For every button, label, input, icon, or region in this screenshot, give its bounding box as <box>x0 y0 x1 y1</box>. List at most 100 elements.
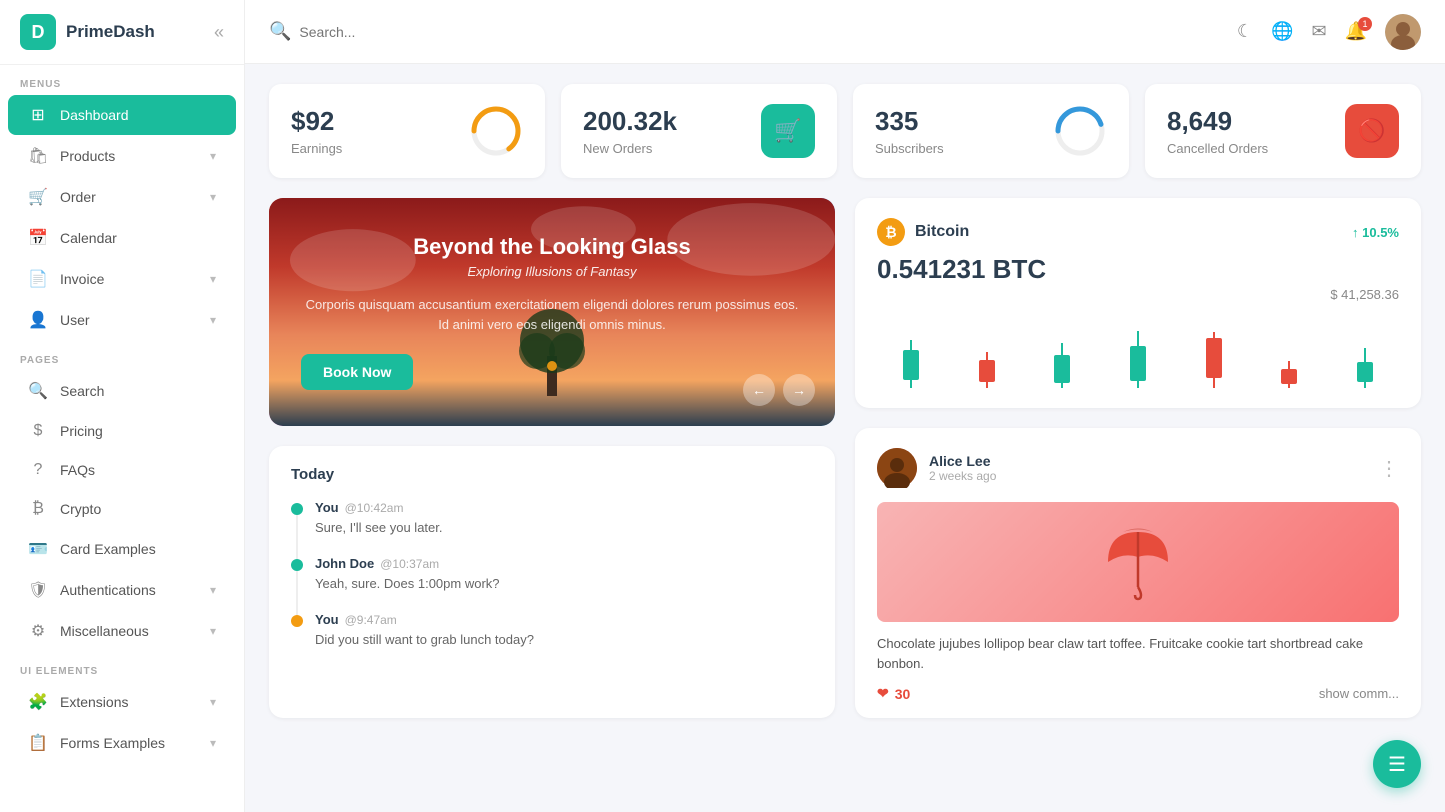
topbar: 🔍 ☾ 🌐 ✉ 🔔 1 <box>245 0 1445 64</box>
sidebar-item-miscellaneous[interactable]: ⚙Miscellaneous▾ <box>8 611 236 651</box>
chevron-down-icon: ▾ <box>210 736 216 750</box>
sidebar-label-products: Products <box>60 148 198 164</box>
bitcoin-chart <box>877 318 1399 388</box>
chevron-down-icon: ▾ <box>210 313 216 327</box>
page-content: $92 Earnings 200.32kNew Orders 🛒 335Subscri… <box>245 64 1445 812</box>
stat-card-subscribers: 335Subscribers <box>853 84 1129 178</box>
post-avatar <box>877 448 917 488</box>
bottom-row: Beyond the Looking Glass Exploring Illus… <box>269 198 1421 718</box>
chat-dot <box>291 559 303 571</box>
sidebar-collapse-button[interactable]: « <box>214 22 224 43</box>
right-col: ₿ Bitcoin ↑ 10.5% 0.541231 BTC $ 41,258.… <box>855 198 1421 718</box>
sidebar-label-faqs: FAQs <box>60 462 216 478</box>
chat-text: Yeah, sure. Does 1:00pm work? <box>315 576 500 591</box>
chat-author: You <box>315 612 339 627</box>
sidebar-section-label: PAGES <box>0 341 244 370</box>
chat-time: @10:37am <box>380 557 439 571</box>
stat-label-earnings: Earnings <box>291 141 342 156</box>
chat-text: Sure, I'll see you later. <box>315 520 443 535</box>
bitcoin-card: ₿ Bitcoin ↑ 10.5% 0.541231 BTC $ 41,258.… <box>855 198 1421 408</box>
stat-value-earnings: $92 <box>291 106 342 137</box>
candle <box>1180 332 1248 388</box>
sidebar-label-search: Search <box>60 383 216 399</box>
sidebar-label-calendar: Calendar <box>60 230 216 246</box>
sidebar-icon-authentications: 🛡 <box>28 580 48 600</box>
bitcoin-icon: ₿ <box>877 218 905 246</box>
banner-text: Corporis quisquam accusantium exercitati… <box>301 295 803 334</box>
sidebar-icon-invoice: 📄 <box>28 269 48 289</box>
fab-button[interactable]: ☰ <box>1373 740 1421 788</box>
candle <box>1028 343 1096 388</box>
stat-card-new-orders: 200.32kNew Orders 🛒 <box>561 84 837 178</box>
post-time: 2 weeks ago <box>929 469 996 483</box>
bitcoin-usd: $ 41,258.36 <box>877 287 1399 302</box>
post-card: Alice Lee 2 weeks ago ⋮ <box>855 428 1421 718</box>
chat-message: You@10:42amSure, I'll see you later. <box>291 499 813 535</box>
sidebar: D PrimeDash « MENUS⊞Dashboard🛍Products▾🛒… <box>0 0 245 812</box>
post-author-info: Alice Lee 2 weeks ago <box>929 453 996 483</box>
bitcoin-name: ₿ Bitcoin <box>877 218 969 246</box>
chevron-down-icon: ▾ <box>210 272 216 286</box>
sidebar-item-dashboard[interactable]: ⊞Dashboard <box>8 95 236 135</box>
sidebar-icon-products: 🛍 <box>28 146 48 166</box>
notification-icon[interactable]: 🔔 1 <box>1345 21 1367 42</box>
sidebar-item-extensions[interactable]: 🧩Extensions▾ <box>8 682 236 722</box>
sidebar-item-invoice[interactable]: 📄Invoice▾ <box>8 259 236 299</box>
sidebar-icon-miscellaneous: ⚙ <box>28 621 48 641</box>
stat-value-new-orders: 200.32k <box>583 106 677 137</box>
stat-icon-cancelled-orders: 🚫 <box>1345 104 1399 158</box>
translate-icon[interactable]: 🌐 <box>1271 21 1293 42</box>
sidebar-item-crypto[interactable]: ₿Crypto <box>8 490 236 528</box>
mail-icon[interactable]: ✉ <box>1311 21 1326 42</box>
sidebar-label-extensions: Extensions <box>60 694 198 710</box>
sidebar-icon-calendar: 📅 <box>28 228 48 248</box>
search-input[interactable] <box>299 24 1221 40</box>
sidebar-item-calendar[interactable]: 📅 Calendar <box>8 218 236 258</box>
sidebar-label-order: Order <box>60 189 198 205</box>
chevron-down-icon: ▾ <box>210 624 216 638</box>
post-menu-button[interactable]: ⋮ <box>1379 456 1399 481</box>
stat-icon-new-orders: 🛒 <box>761 104 815 158</box>
sidebar-nav: MENUS⊞Dashboard🛍Products▾🛒Order▾📅Calenda… <box>0 65 244 764</box>
user-avatar[interactable] <box>1385 14 1421 50</box>
chevron-down-icon: ▾ <box>210 583 216 597</box>
sidebar-icon-pricing: $ <box>28 422 48 440</box>
sidebar-icon-search: 🔍 <box>28 381 48 401</box>
book-now-button[interactable]: Book Now <box>301 354 413 390</box>
heart-icon: ❤ <box>877 685 889 702</box>
sidebar-item-faqs[interactable]: ?FAQs <box>8 451 236 489</box>
chat-dot <box>291 503 303 515</box>
post-likes[interactable]: ❤ 30 <box>877 685 910 702</box>
chat-text: Did you still want to grab lunch today? <box>315 632 534 647</box>
chat-dot <box>291 615 303 627</box>
chat-card: Today You@10:42amSure, I'll see you late… <box>269 446 835 718</box>
stat-card-earnings: $92 Earnings <box>269 84 545 178</box>
sidebar-item-products[interactable]: 🛍Products▾ <box>8 136 236 176</box>
stat-info-new-orders: 200.32kNew Orders <box>583 106 677 156</box>
dark-mode-icon[interactable]: ☾ <box>1237 21 1253 42</box>
sidebar-item-card-examples[interactable]: 🪪Card Examples <box>8 529 236 569</box>
sidebar-label-pricing: Pricing <box>60 423 216 439</box>
sidebar-item-forms-examples[interactable]: 📋Forms Examples▾ <box>8 723 236 763</box>
chat-messages: You@10:42amSure, I'll see you later. John… <box>291 499 813 647</box>
sidebar-label-user: User <box>60 312 198 328</box>
stats-row: $92 Earnings 200.32kNew Orders 🛒 335Subscri… <box>269 84 1421 178</box>
topbar-actions: ☾ 🌐 ✉ 🔔 1 <box>1237 14 1421 50</box>
chat-message: You@9:47amDid you still want to grab lun… <box>291 611 813 647</box>
post-header: Alice Lee 2 weeks ago ⋮ <box>877 448 1399 488</box>
candle <box>953 352 1021 388</box>
banner-card: Beyond the Looking Glass Exploring Illus… <box>269 198 835 426</box>
bitcoin-amount: 0.541231 BTC <box>877 254 1399 285</box>
show-comments-button[interactable]: show comm... <box>1319 686 1399 701</box>
stat-info-subscribers: 335Subscribers <box>875 106 944 156</box>
sidebar-item-authentications[interactable]: 🛡Authentications▾ <box>8 570 236 610</box>
search-icon: 🔍 <box>269 21 291 42</box>
sidebar-item-search[interactable]: 🔍 Search <box>8 371 236 411</box>
topbar-search: 🔍 <box>269 21 1221 42</box>
sidebar-item-order[interactable]: 🛒Order▾ <box>8 177 236 217</box>
sidebar-icon-order: 🛒 <box>28 187 48 207</box>
chat-message-content: John Doe@10:37amYeah, sure. Does 1:00pm … <box>315 555 500 591</box>
sidebar-item-user[interactable]: 👤User▾ <box>8 300 236 340</box>
sidebar-item-pricing[interactable]: $ Pricing <box>8 412 236 450</box>
chevron-down-icon: ▾ <box>210 695 216 709</box>
